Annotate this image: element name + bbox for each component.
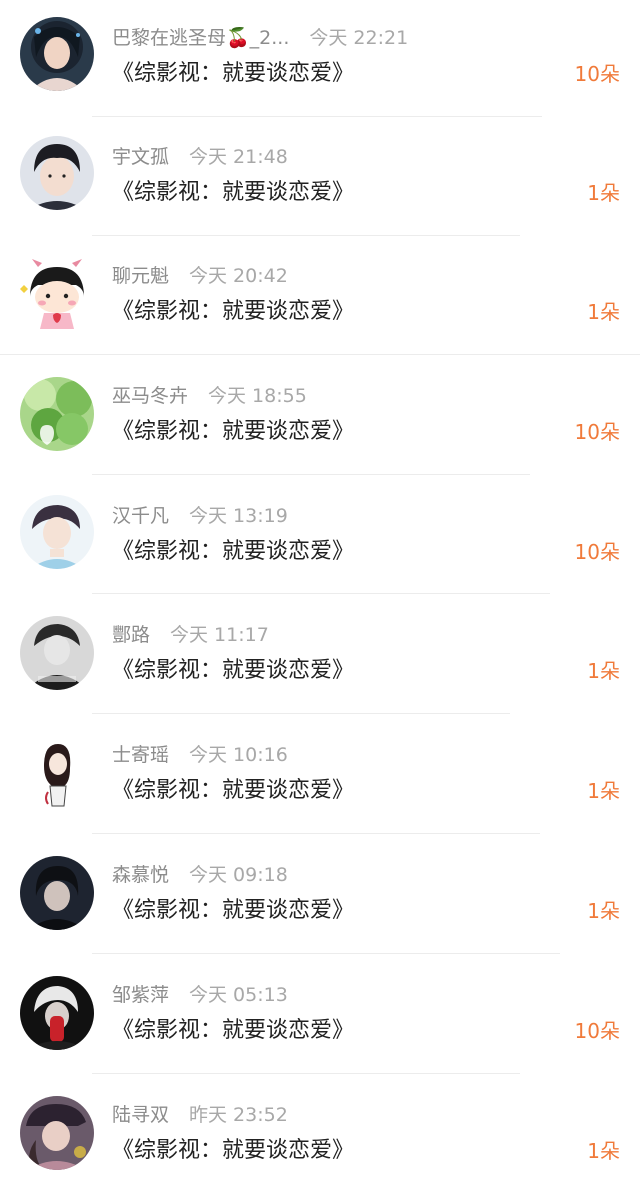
flower-count: 10朵: [574, 540, 620, 564]
boy-portrait-avatar[interactable]: [20, 136, 94, 210]
send-time: 今天 22:21: [309, 27, 409, 49]
gift-meta: 巫马冬卉 今天 18:55: [112, 383, 307, 409]
book-title[interactable]: 《综影视：就要谈恋爱》: [112, 58, 354, 90]
flower-count: 1朵: [587, 300, 620, 324]
list-item[interactable]: 陆寻双 昨天 23:52 《综影视：就要谈恋爱》 1朵: [0, 1076, 640, 1195]
gift-meta: 巴黎在逃圣母🍒_2... 今天 22:21: [112, 25, 408, 51]
sender-name[interactable]: 酆路: [112, 622, 150, 648]
list-item[interactable]: 森慕悦 今天 09:18 《综影视：就要谈恋爱》 1朵: [0, 836, 640, 955]
list-item[interactable]: 酆路 今天 11:17 《综影视：就要谈恋爱》 1朵: [0, 596, 640, 715]
flower-count: 1朵: [587, 1139, 620, 1163]
gift-meta: 酆路 今天 11:17: [112, 622, 269, 648]
list-item[interactable]: 巫马冬卉 今天 18:55 《综影视：就要谈恋爱》 10朵: [0, 357, 640, 476]
anime-boy-avatar[interactable]: [20, 495, 94, 569]
flower-count: 1朵: [587, 779, 620, 803]
gift-meta: 聊元魁 今天 20:42: [112, 263, 288, 289]
sender-name[interactable]: 巫马冬卉: [112, 383, 188, 409]
sender-name[interactable]: 士寄瑶: [112, 742, 169, 768]
gift-meta: 陆寻双 昨天 23:52: [112, 1102, 288, 1128]
list-item[interactable]: 巴黎在逃圣母🍒_2... 今天 22:21 《综影视：就要谈恋爱》 10朵: [0, 0, 640, 119]
flower-count: 1朵: [587, 659, 620, 683]
divider: [92, 474, 530, 475]
send-time: 今天 13:19: [189, 505, 288, 527]
send-time: 今天 18:55: [208, 385, 307, 407]
dark-portrait-avatar[interactable]: [20, 856, 94, 930]
sender-name[interactable]: 汉千凡: [112, 503, 169, 529]
divider: [92, 235, 520, 236]
book-title[interactable]: 《综影视：就要谈恋爱》: [112, 536, 354, 568]
gift-meta: 邹紫萍 今天 05:13: [112, 982, 288, 1008]
flower-count: 10朵: [574, 1019, 620, 1043]
flower-count: 10朵: [574, 62, 620, 86]
book-title[interactable]: 《综影视：就要谈恋爱》: [112, 416, 354, 448]
monochrome-boy-avatar[interactable]: [20, 616, 94, 690]
sender-name[interactable]: 聊元魁: [112, 263, 169, 289]
sender-name[interactable]: 巴黎在逃圣母🍒_2...: [112, 25, 289, 51]
divider: [92, 1073, 520, 1074]
divider: [92, 833, 540, 834]
send-time: 今天 09:18: [189, 864, 288, 886]
flower-count: 10朵: [574, 420, 620, 444]
gift-record-list: 巴黎在逃圣母🍒_2... 今天 22:21 《综影视：就要谈恋爱》 10朵 宇文孤…: [0, 0, 640, 1182]
gift-meta: 汉千凡 今天 13:19: [112, 503, 288, 529]
divider: [0, 354, 640, 355]
send-time: 今天 10:16: [189, 744, 288, 766]
flower-count: 1朵: [587, 899, 620, 923]
list-item[interactable]: 聊元魁 今天 20:42 《综影视：就要谈恋爱》 1朵: [0, 238, 640, 357]
sender-name[interactable]: 陆寻双: [112, 1102, 169, 1128]
sender-name[interactable]: 宇文孤: [112, 144, 169, 170]
list-item[interactable]: 士寄瑶 今天 10:16 《综影视：就要谈恋爱》 1朵: [0, 716, 640, 835]
gift-meta: 宇文孤 今天 21:48: [112, 144, 288, 170]
clover-avatar[interactable]: [20, 377, 94, 451]
send-time: 今天 11:17: [170, 624, 269, 646]
book-title[interactable]: 《综影视：就要谈恋爱》: [112, 655, 354, 687]
book-title[interactable]: 《综影视：就要谈恋爱》: [112, 1135, 354, 1167]
divider: [92, 593, 550, 594]
cap-girl-avatar[interactable]: [20, 1096, 94, 1170]
gift-meta: 士寄瑶 今天 10:16: [112, 742, 288, 768]
cartoon-girl-avatar[interactable]: [20, 255, 94, 329]
list-item[interactable]: 宇文孤 今天 21:48 《综影视：就要谈恋爱》 1朵: [0, 119, 640, 238]
book-title[interactable]: 《综影视：就要谈恋爱》: [112, 775, 354, 807]
send-time: 今天 21:48: [189, 146, 288, 168]
girl-portrait-avatar[interactable]: [20, 17, 94, 91]
sketch-girl-avatar[interactable]: [20, 736, 94, 810]
book-title[interactable]: 《综影视：就要谈恋爱》: [112, 177, 354, 209]
sender-name[interactable]: 邹紫萍: [112, 982, 169, 1008]
book-title[interactable]: 《综影视：就要谈恋爱》: [112, 296, 354, 328]
book-title[interactable]: 《综影视：就要谈恋爱》: [112, 1015, 354, 1047]
red-hand-avatar[interactable]: [20, 976, 94, 1050]
divider: [92, 116, 542, 117]
send-time: 今天 05:13: [189, 984, 288, 1006]
list-item[interactable]: 汉千凡 今天 13:19 《综影视：就要谈恋爱》 10朵: [0, 477, 640, 596]
list-item[interactable]: 邹紫萍 今天 05:13 《综影视：就要谈恋爱》 10朵: [0, 956, 640, 1075]
divider: [92, 713, 510, 714]
book-title[interactable]: 《综影视：就要谈恋爱》: [112, 895, 354, 927]
send-time: 今天 20:42: [189, 265, 288, 287]
divider: [92, 953, 560, 954]
flower-count: 1朵: [587, 181, 620, 205]
sender-name[interactable]: 森慕悦: [112, 862, 169, 888]
gift-meta: 森慕悦 今天 09:18: [112, 862, 288, 888]
send-time: 昨天 23:52: [189, 1104, 288, 1126]
